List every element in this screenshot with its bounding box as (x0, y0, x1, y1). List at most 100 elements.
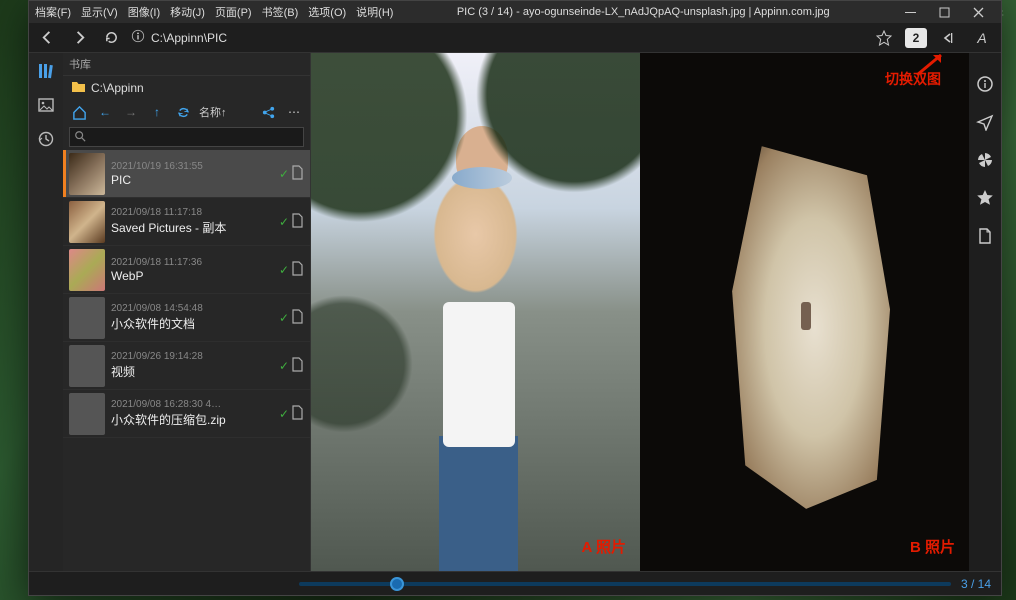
sort-label[interactable]: 名称↑ (199, 104, 227, 120)
address-path: C:\Appinn\PIC (151, 31, 227, 45)
page-slider[interactable] (299, 582, 951, 586)
check-icon: ✓ (279, 215, 289, 229)
library-list[interactable]: 2021/10/19 16:31:55PIC✓2021/09/18 11:17:… (63, 150, 310, 571)
slider-knob[interactable] (390, 577, 404, 591)
lib-up-icon[interactable]: ↑ (147, 102, 167, 122)
lib-forward-icon[interactable]: → (121, 102, 141, 122)
page-counter: 3 / 14 (961, 577, 991, 591)
revert-arrow-button[interactable] (935, 25, 961, 51)
sync-icon[interactable] (173, 102, 193, 122)
list-item-name: 小众软件的压缩包.zip (111, 411, 273, 428)
list-item-status: ✓ (279, 309, 304, 327)
home-icon[interactable] (69, 102, 89, 122)
list-item-date: 2021/09/18 11:17:18 (111, 207, 273, 218)
check-icon: ✓ (279, 359, 289, 373)
library-header: 书库 (63, 53, 310, 76)
window-title: PIC (3 / 14) - ayo-ogunseinde-LX_nAdJQpA… (403, 6, 883, 18)
list-item-name: 视频 (111, 363, 273, 380)
list-item-name: 小众软件的文档 (111, 315, 273, 332)
list-item-date: 2021/09/08 14:54:48 (111, 303, 273, 314)
list-item-name: WebP (111, 269, 273, 283)
list-item[interactable]: 2021/09/18 11:17:36WebP ✓ (63, 246, 310, 294)
window-close-button[interactable] (961, 1, 995, 23)
list-item-name: Saved Pictures - 副本 (111, 219, 273, 236)
image-pane-a[interactable]: A 照片 (311, 53, 640, 571)
page-icon (291, 165, 304, 183)
menu-options[interactable]: 选项(O) (308, 4, 346, 20)
page-icon (291, 261, 304, 279)
lib-back-icon[interactable]: ← (95, 102, 115, 122)
window-minimize-button[interactable] (893, 1, 927, 23)
address-bar[interactable]: C:\Appinn\PIC (131, 29, 863, 46)
nav-refresh-button[interactable] (99, 26, 123, 50)
favorite-star-button[interactable] (871, 25, 897, 51)
info-icon (131, 29, 145, 46)
list-item-status: ✓ (279, 261, 304, 279)
list-item-date: 2021/10/19 16:31:55 (111, 161, 273, 172)
list-item-date: 2021/09/26 19:14:28 (111, 351, 273, 362)
image-viewer[interactable]: A 照片 B 照片 (311, 53, 969, 571)
menu-view[interactable]: 显示(V) (81, 4, 118, 20)
library-search-input[interactable] (90, 131, 299, 143)
image-pane-b[interactable]: B 照片 (640, 53, 969, 571)
list-item[interactable]: 2021/10/19 16:31:55PIC ✓ (63, 150, 310, 198)
thumbnail (69, 345, 105, 387)
menu-file[interactable]: 档案(F) (35, 4, 71, 20)
menu-page[interactable]: 页面(P) (215, 4, 252, 20)
menu-image[interactable]: 图像(I) (128, 4, 160, 20)
window-buttons (893, 1, 995, 23)
search-icon (74, 130, 86, 145)
menu-move[interactable]: 移动(J) (170, 4, 205, 20)
star-icon[interactable] (974, 187, 996, 209)
info-circle-icon[interactable] (974, 73, 996, 95)
image-b-label: B 照片 (910, 536, 955, 557)
page-icon (291, 405, 304, 423)
check-icon: ✓ (279, 167, 289, 181)
nav-bar: C:\Appinn\PIC 2 A (29, 23, 1001, 53)
list-item[interactable]: 2021/09/08 14:54:48小众软件的文档 ✓ (63, 294, 310, 342)
nav-forward-button[interactable] (67, 26, 91, 50)
list-item-status: ✓ (279, 357, 304, 375)
dual-view-toggle[interactable]: 2 (905, 28, 927, 48)
main-area: 书库 C:\Appinn ← → ↑ 名称↑ ⋯ 2021/10/19 16:3… (29, 53, 1001, 571)
list-item-text: 2021/09/18 11:17:18Saved Pictures - 副本 (111, 207, 273, 236)
list-item[interactable]: 2021/09/08 16:28:30 4…小众软件的压缩包.zip ✓ (63, 390, 310, 438)
window-maximize-button[interactable] (927, 1, 961, 23)
text-size-button[interactable]: A (969, 25, 995, 51)
library-toolbar: ← → ↑ 名称↑ ⋯ (63, 100, 310, 124)
menu-help[interactable]: 说明(H) (356, 4, 393, 20)
list-item[interactable]: 2021/09/26 19:14:28视频 ✓ (63, 342, 310, 390)
library-path-row[interactable]: C:\Appinn (63, 76, 310, 100)
menu-bar: 档案(F) 显示(V) 图像(I) 移动(J) 页面(P) 书签(B) 选项(O… (29, 1, 1001, 23)
library-search[interactable] (69, 127, 304, 147)
right-rail (969, 53, 1001, 571)
status-bar: 3 / 14 (29, 571, 1001, 595)
history-icon[interactable] (34, 127, 58, 151)
image-a-label: A 照片 (582, 536, 626, 557)
pinwheel-icon[interactable] (974, 149, 996, 171)
thumbnail (69, 153, 105, 195)
list-item-status: ✓ (279, 165, 304, 183)
navigate-icon[interactable] (974, 111, 996, 133)
list-item[interactable]: 2021/09/18 11:17:18Saved Pictures - 副本 ✓ (63, 198, 310, 246)
left-rail (29, 53, 63, 571)
folder-icon (71, 80, 86, 96)
share-icon[interactable] (258, 102, 278, 122)
menu-bookmark[interactable]: 书签(B) (262, 4, 299, 20)
more-icon[interactable]: ⋯ (284, 102, 304, 122)
library-panel: 书库 C:\Appinn ← → ↑ 名称↑ ⋯ 2021/10/19 16:3… (63, 53, 311, 571)
list-item-text: 2021/10/19 16:31:55PIC (111, 161, 273, 187)
list-item-name: PIC (111, 173, 273, 187)
image-panel-icon[interactable] (34, 93, 58, 117)
check-icon: ✓ (279, 311, 289, 325)
list-item-text: 2021/09/26 19:14:28视频 (111, 351, 273, 380)
app-window: 档案(F) 显示(V) 图像(I) 移动(J) 页面(P) 书签(B) 选项(O… (28, 0, 1002, 596)
list-item-text: 2021/09/18 11:17:36WebP (111, 257, 273, 283)
list-item-text: 2021/09/08 16:28:30 4…小众软件的压缩包.zip (111, 399, 273, 428)
annotation-arrow-icon (911, 49, 951, 79)
nav-back-button[interactable] (35, 26, 59, 50)
check-icon: ✓ (279, 407, 289, 421)
library-icon[interactable] (34, 59, 58, 83)
page-icon (291, 309, 304, 327)
document-icon[interactable] (974, 225, 996, 247)
